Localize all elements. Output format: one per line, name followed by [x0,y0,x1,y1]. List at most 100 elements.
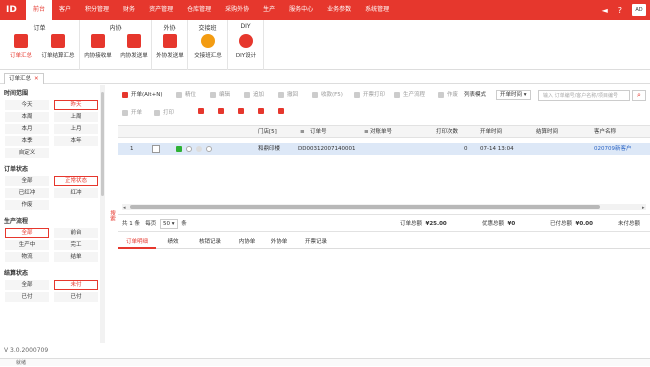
filter-this-week[interactable]: 本周 [5,112,49,122]
print-invoice-button[interactable]: 开票打印 [354,89,385,101]
tab-order-detail[interactable]: 订单明细 [118,236,156,249]
tab-invoice[interactable]: 开票记录 [296,236,336,249]
col-settle-time[interactable]: 结算时间 [536,126,558,138]
filter-prod-closed[interactable]: 结单 [54,252,98,262]
megaphone-icon[interactable]: ◄ [602,6,608,15]
append-button[interactable]: 追加 [244,89,264,101]
filter-this-month[interactable]: 本月 [5,124,49,134]
filter-prod-logistics[interactable]: 物流 [5,252,49,262]
nav-finance[interactable]: 财务 [116,0,142,20]
filter-yesterday[interactable]: 昨天 [54,100,98,110]
button-label: 编辑 [219,92,231,98]
nav-points[interactable]: 积分管理 [78,0,116,20]
diy-design-button[interactable]: DIY设计 [228,34,264,68]
cell-customer[interactable]: 020709新客户 [594,143,632,155]
filter-scrollbar-thumb[interactable] [101,92,104,196]
col-order-no[interactable]: 订单号 [298,126,327,138]
filter-order-normal[interactable]: 正常状态 [54,176,98,186]
col-open-time[interactable]: 开单时间 [480,126,502,138]
filter-today[interactable]: 今天 [5,100,49,110]
filter-order-reversed[interactable]: 已红冲 [5,188,49,198]
withdraw-button[interactable]: 撤回 [278,89,298,101]
row-checkbox[interactable] [152,145,160,153]
nav-assets[interactable]: 资产管理 [142,0,180,20]
col-store[interactable]: 门店[5] [258,126,277,138]
export-icon[interactable] [258,107,264,119]
void-button[interactable]: 作废 [438,89,458,101]
cell-order-no: DD0031200714000​1 [298,146,356,152]
filter-prod-all[interactable]: 全部 [5,228,49,238]
button-label: 订单结算汇总 [41,53,75,59]
order-settle-summary-button[interactable]: 订单结算汇总 [40,34,76,68]
document-icon [51,34,65,48]
list-icon[interactable] [238,107,244,119]
nav-production[interactable]: 生产 [256,0,282,20]
list-mode-select[interactable]: 开单时间 ▾ [496,90,531,100]
internal-send-button[interactable]: 内协发送单 [116,34,152,68]
filter-order-all[interactable]: 全部 [5,176,49,186]
copy-icon[interactable] [218,107,224,119]
nav-purchase[interactable]: 采购外协 [218,0,256,20]
document-icon [14,34,28,48]
col-recon-no[interactable]: 对账单号 [368,126,392,138]
internal-receive-button[interactable]: 内协接收单 [80,34,116,68]
filter-settle-all[interactable]: 全部 [5,280,49,290]
nav-params[interactable]: 业务参数 [320,0,358,20]
tab-external[interactable]: 外协单 [264,236,294,249]
tab-writeoff[interactable]: 核销记录 [190,236,230,249]
row-number: 1 [130,146,134,152]
table-hscrollbar-thumb[interactable] [130,205,600,209]
collect-payment-button[interactable]: 收款(F5) [312,89,343,101]
nav-service[interactable]: 服务中心 [282,0,320,20]
cell-open-time: 07-14 13:04 [480,146,514,152]
filter-last-week[interactable]: 上周 [54,112,98,122]
edit-button[interactable]: 编辑 [210,89,230,101]
filter-this-year[interactable]: 本年 [54,136,98,146]
filter-settle-paid[interactable]: 已付 [5,292,49,302]
filter-order-reversal[interactable]: 红冲 [54,188,98,198]
shift-summary-button[interactable]: 交接班汇总 [190,34,226,68]
filter-custom[interactable]: 自定义 [5,148,49,158]
per-page-select[interactable]: 50 ▾ [160,219,178,229]
tab-performance[interactable]: 绩效 [158,236,188,249]
order-search-input[interactable]: 输入 订单编号/客户名称/项目编号 [538,90,630,101]
refine-icon [176,92,182,98]
button-label: 追加 [253,92,265,98]
production-flow-button[interactable]: 生产流程 [394,89,425,101]
avatar[interactable]: AD [632,4,646,16]
help-icon[interactable]: ? [618,6,622,15]
search-side-tab[interactable]: 搜索 [106,200,116,230]
ribbon-group-external: 外协 外协发送单 [152,20,188,70]
col-prints[interactable]: 打印次数 [436,126,458,138]
open-button[interactable]: 开单 [122,107,142,119]
filter-prod-done[interactable]: 完工 [54,240,98,250]
col-customer[interactable]: 客户名称 [594,126,616,138]
tab-internal[interactable]: 内协单 [232,236,262,249]
filter-settle-unpaid[interactable]: 未付 [54,280,98,290]
external-send-button[interactable]: 外协发送单 [152,34,188,68]
close-icon[interactable]: ✕ [34,76,39,82]
table-row[interactable]: 1 和鼎印楼 DD0031200714000​1 0 07-14 13:04 0… [118,143,650,155]
button-label: 开单(Alt+N) [131,92,163,98]
nav-front[interactable]: 前台 [26,0,53,20]
filter-prod-front[interactable]: 前台 [54,228,98,238]
nav-system[interactable]: 系统管理 [358,0,396,20]
search-icon[interactable]: ⌕ [632,90,646,101]
filter-this-quarter[interactable]: 本季 [5,136,49,146]
tab-order-summary[interactable]: 订单汇总 ✕ [4,73,44,84]
new-order-button[interactable]: 开单(Alt+N) [122,89,162,101]
filter-prod-producing[interactable]: 生产中 [5,240,49,250]
nav-warehouse[interactable]: 仓库管理 [180,0,218,20]
nav-customer[interactable]: 客户 [52,0,78,20]
main-content: 开单(Alt+N) 精位 编辑 追加 撤回 收款(F5) 开票打印 生产流程 作… [118,85,650,343]
delete-icon[interactable] [198,107,204,119]
filter-settle-paid-2[interactable]: 已付 [54,292,98,302]
refine-button[interactable]: 精位 [176,89,196,101]
scroll-right-icon[interactable]: ▸ [642,205,645,211]
order-summary-button[interactable]: 订单汇总 [3,34,39,68]
print-button[interactable]: 打印 [154,107,174,119]
settings-icon[interactable] [278,107,284,119]
filter-last-month[interactable]: 上月 [54,124,98,134]
scroll-left-icon[interactable]: ◂ [123,205,126,211]
filter-order-void[interactable]: 作废 [5,200,49,210]
